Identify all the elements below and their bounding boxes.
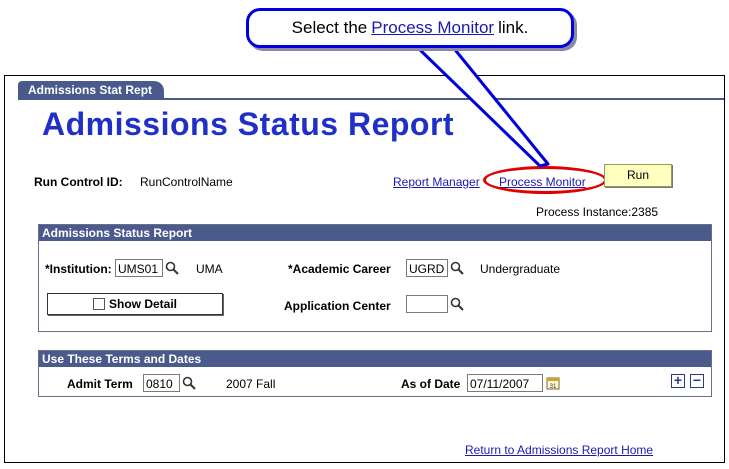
institution-input[interactable]: UMS01 <box>115 259 163 277</box>
as-of-date-input[interactable]: 07/11/2007 <box>467 374 543 392</box>
application-center-label: Application Center <box>284 299 391 313</box>
as-of-date-label: As of Date <box>401 377 461 391</box>
page-title: Admissions Status Report <box>42 106 455 142</box>
search-icon[interactable] <box>182 376 196 390</box>
run-control-label: Run Control ID: <box>34 175 123 189</box>
admissions-status-report-group: Admissions Status Report <box>38 224 712 332</box>
admit-term-input[interactable]: 0810 <box>143 374 180 392</box>
search-icon[interactable] <box>165 261 179 275</box>
search-icon[interactable] <box>450 261 464 275</box>
academic-career-label: *Academic Career <box>288 262 391 276</box>
admit-term-description: 2007 Fall <box>226 377 276 391</box>
svg-text:31: 31 <box>550 384 557 390</box>
remove-row-button[interactable]: − <box>690 373 704 388</box>
calendar-icon[interactable]: 31 <box>546 376 560 390</box>
run-button[interactable]: Run <box>604 164 672 187</box>
instruction-callout: Select the Process Monitor link. <box>246 8 574 48</box>
institution-description: UMA <box>196 262 223 276</box>
search-icon[interactable] <box>450 297 464 311</box>
academic-career-input[interactable]: UGRD <box>406 259 448 277</box>
tab-underline <box>18 98 724 100</box>
tab-admissions-stat-rept[interactable]: Admissions Stat Rept <box>18 81 165 99</box>
callout-link-text: Process Monitor <box>371 18 495 37</box>
callout-suffix: link. <box>498 18 529 37</box>
process-instance-text: Process Instance:2385 <box>536 205 659 219</box>
callout-prefix: Select the <box>291 18 368 37</box>
institution-label: *Institution: <box>45 262 112 276</box>
show-detail-button[interactable]: Show Detail <box>47 293 223 315</box>
run-control-value: RunControlName <box>140 175 233 189</box>
show-detail-checkbox[interactable] <box>92 298 105 310</box>
report-manager-link[interactable]: Report Manager <box>393 175 480 189</box>
group-header: Admissions Status Report <box>39 225 711 241</box>
application-center-input[interactable] <box>406 295 448 313</box>
highlight-ellipse <box>483 166 607 194</box>
return-home-link[interactable]: Return to Admissions Report Home <box>465 443 653 457</box>
terms-and-dates-group: Use These Terms and Dates <box>38 350 712 397</box>
admit-term-label: Admit Term <box>67 377 133 391</box>
academic-career-description: Undergraduate <box>480 262 561 276</box>
group-header: Use These Terms and Dates <box>39 351 711 367</box>
add-row-button[interactable]: + <box>671 373 685 388</box>
show-detail-label: Show Detail <box>108 297 177 311</box>
